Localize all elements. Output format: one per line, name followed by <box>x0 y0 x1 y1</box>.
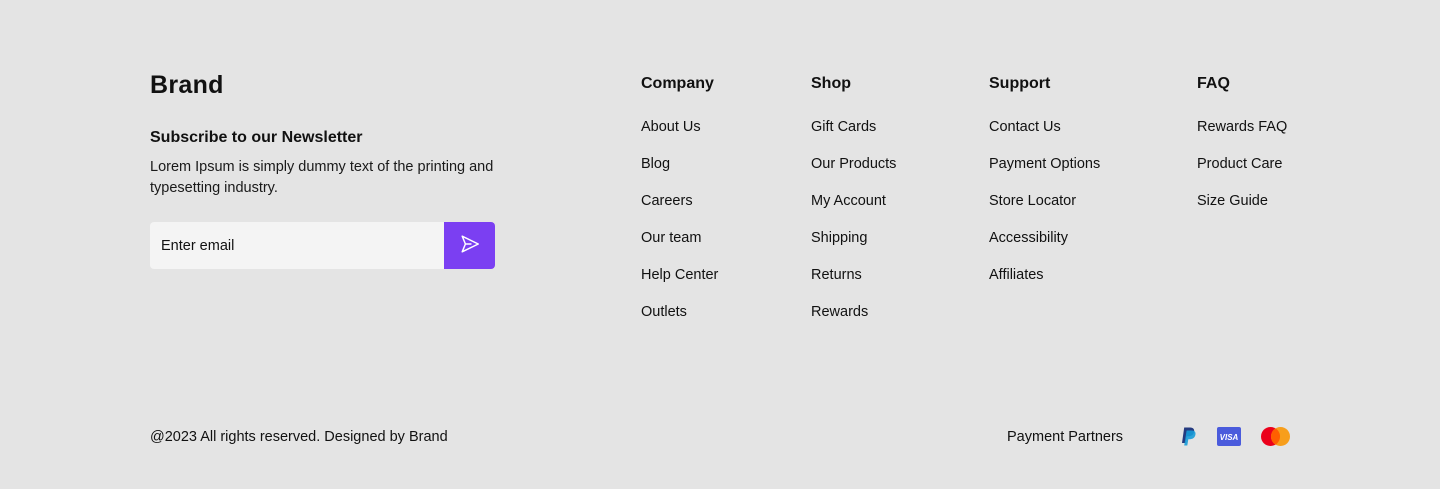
footer-link-help-center[interactable]: Help Center <box>641 267 718 283</box>
footer-link-accessibility[interactable]: Accessibility <box>989 230 1068 246</box>
email-input[interactable] <box>150 222 444 269</box>
column-heading: Company <box>641 75 714 92</box>
brand-logo[interactable]: Brand <box>150 70 510 100</box>
footer-link-product-care[interactable]: Product Care <box>1197 156 1282 172</box>
footer-link-size-guide[interactable]: Size Guide <box>1197 193 1268 209</box>
footer-link-contact-us[interactable]: Contact Us <box>989 119 1061 135</box>
column-heading: Support <box>989 75 1051 92</box>
copyright-text: @2023 All rights reserved. Designed by B… <box>150 429 448 445</box>
footer-column-support: Support Contact Us Payment Options Store… <box>989 73 1100 294</box>
footer-link-rewards-faq[interactable]: Rewards FAQ <box>1197 119 1287 135</box>
footer-link-rewards[interactable]: Rewards <box>811 304 868 320</box>
footer-link-our-products[interactable]: Our Products <box>811 156 896 172</box>
footer-link-careers[interactable]: Careers <box>641 193 693 209</box>
footer-link-outlets[interactable]: Outlets <box>641 304 687 320</box>
send-icon <box>459 233 481 258</box>
subscribe-button[interactable] <box>444 222 495 269</box>
footer-link-gift-cards[interactable]: Gift Cards <box>811 119 876 135</box>
payment-partners-label: Payment Partners <box>1007 429 1124 445</box>
visa-icon-text: VISA <box>1220 433 1239 442</box>
footer-link-affiliates[interactable]: Affiliates <box>989 267 1044 283</box>
visa-icon: VISA <box>1217 427 1241 451</box>
footer-link-our-team[interactable]: Our team <box>641 230 701 246</box>
brand-column: Brand Subscribe to our Newsletter Lorem … <box>150 70 510 199</box>
mastercard-icon <box>1260 426 1291 452</box>
newsletter-title: Subscribe to our Newsletter <box>150 129 363 146</box>
site-footer: Brand Subscribe to our Newsletter Lorem … <box>0 0 1440 489</box>
footer-link-blog[interactable]: Blog <box>641 156 670 172</box>
footer-link-my-account[interactable]: My Account <box>811 193 886 209</box>
newsletter-description: Lorem Ipsum is simply dummy text of the … <box>150 159 494 196</box>
footer-column-faq: FAQ Rewards FAQ Product Care Size Guide <box>1197 73 1287 220</box>
footer-link-shipping[interactable]: Shipping <box>811 230 867 246</box>
paypal-icon <box>1181 427 1197 451</box>
footer-column-company: Company About Us Blog Careers Our team H… <box>641 73 718 331</box>
footer-column-shop: Shop Gift Cards Our Products My Account … <box>811 73 896 331</box>
column-heading: FAQ <box>1197 75 1230 92</box>
footer-link-returns[interactable]: Returns <box>811 267 862 283</box>
footer-link-about-us[interactable]: About Us <box>641 119 701 135</box>
footer-link-payment-options[interactable]: Payment Options <box>989 156 1100 172</box>
footer-link-store-locator[interactable]: Store Locator <box>989 193 1076 209</box>
newsletter-form <box>150 222 495 269</box>
column-heading: Shop <box>811 75 851 92</box>
